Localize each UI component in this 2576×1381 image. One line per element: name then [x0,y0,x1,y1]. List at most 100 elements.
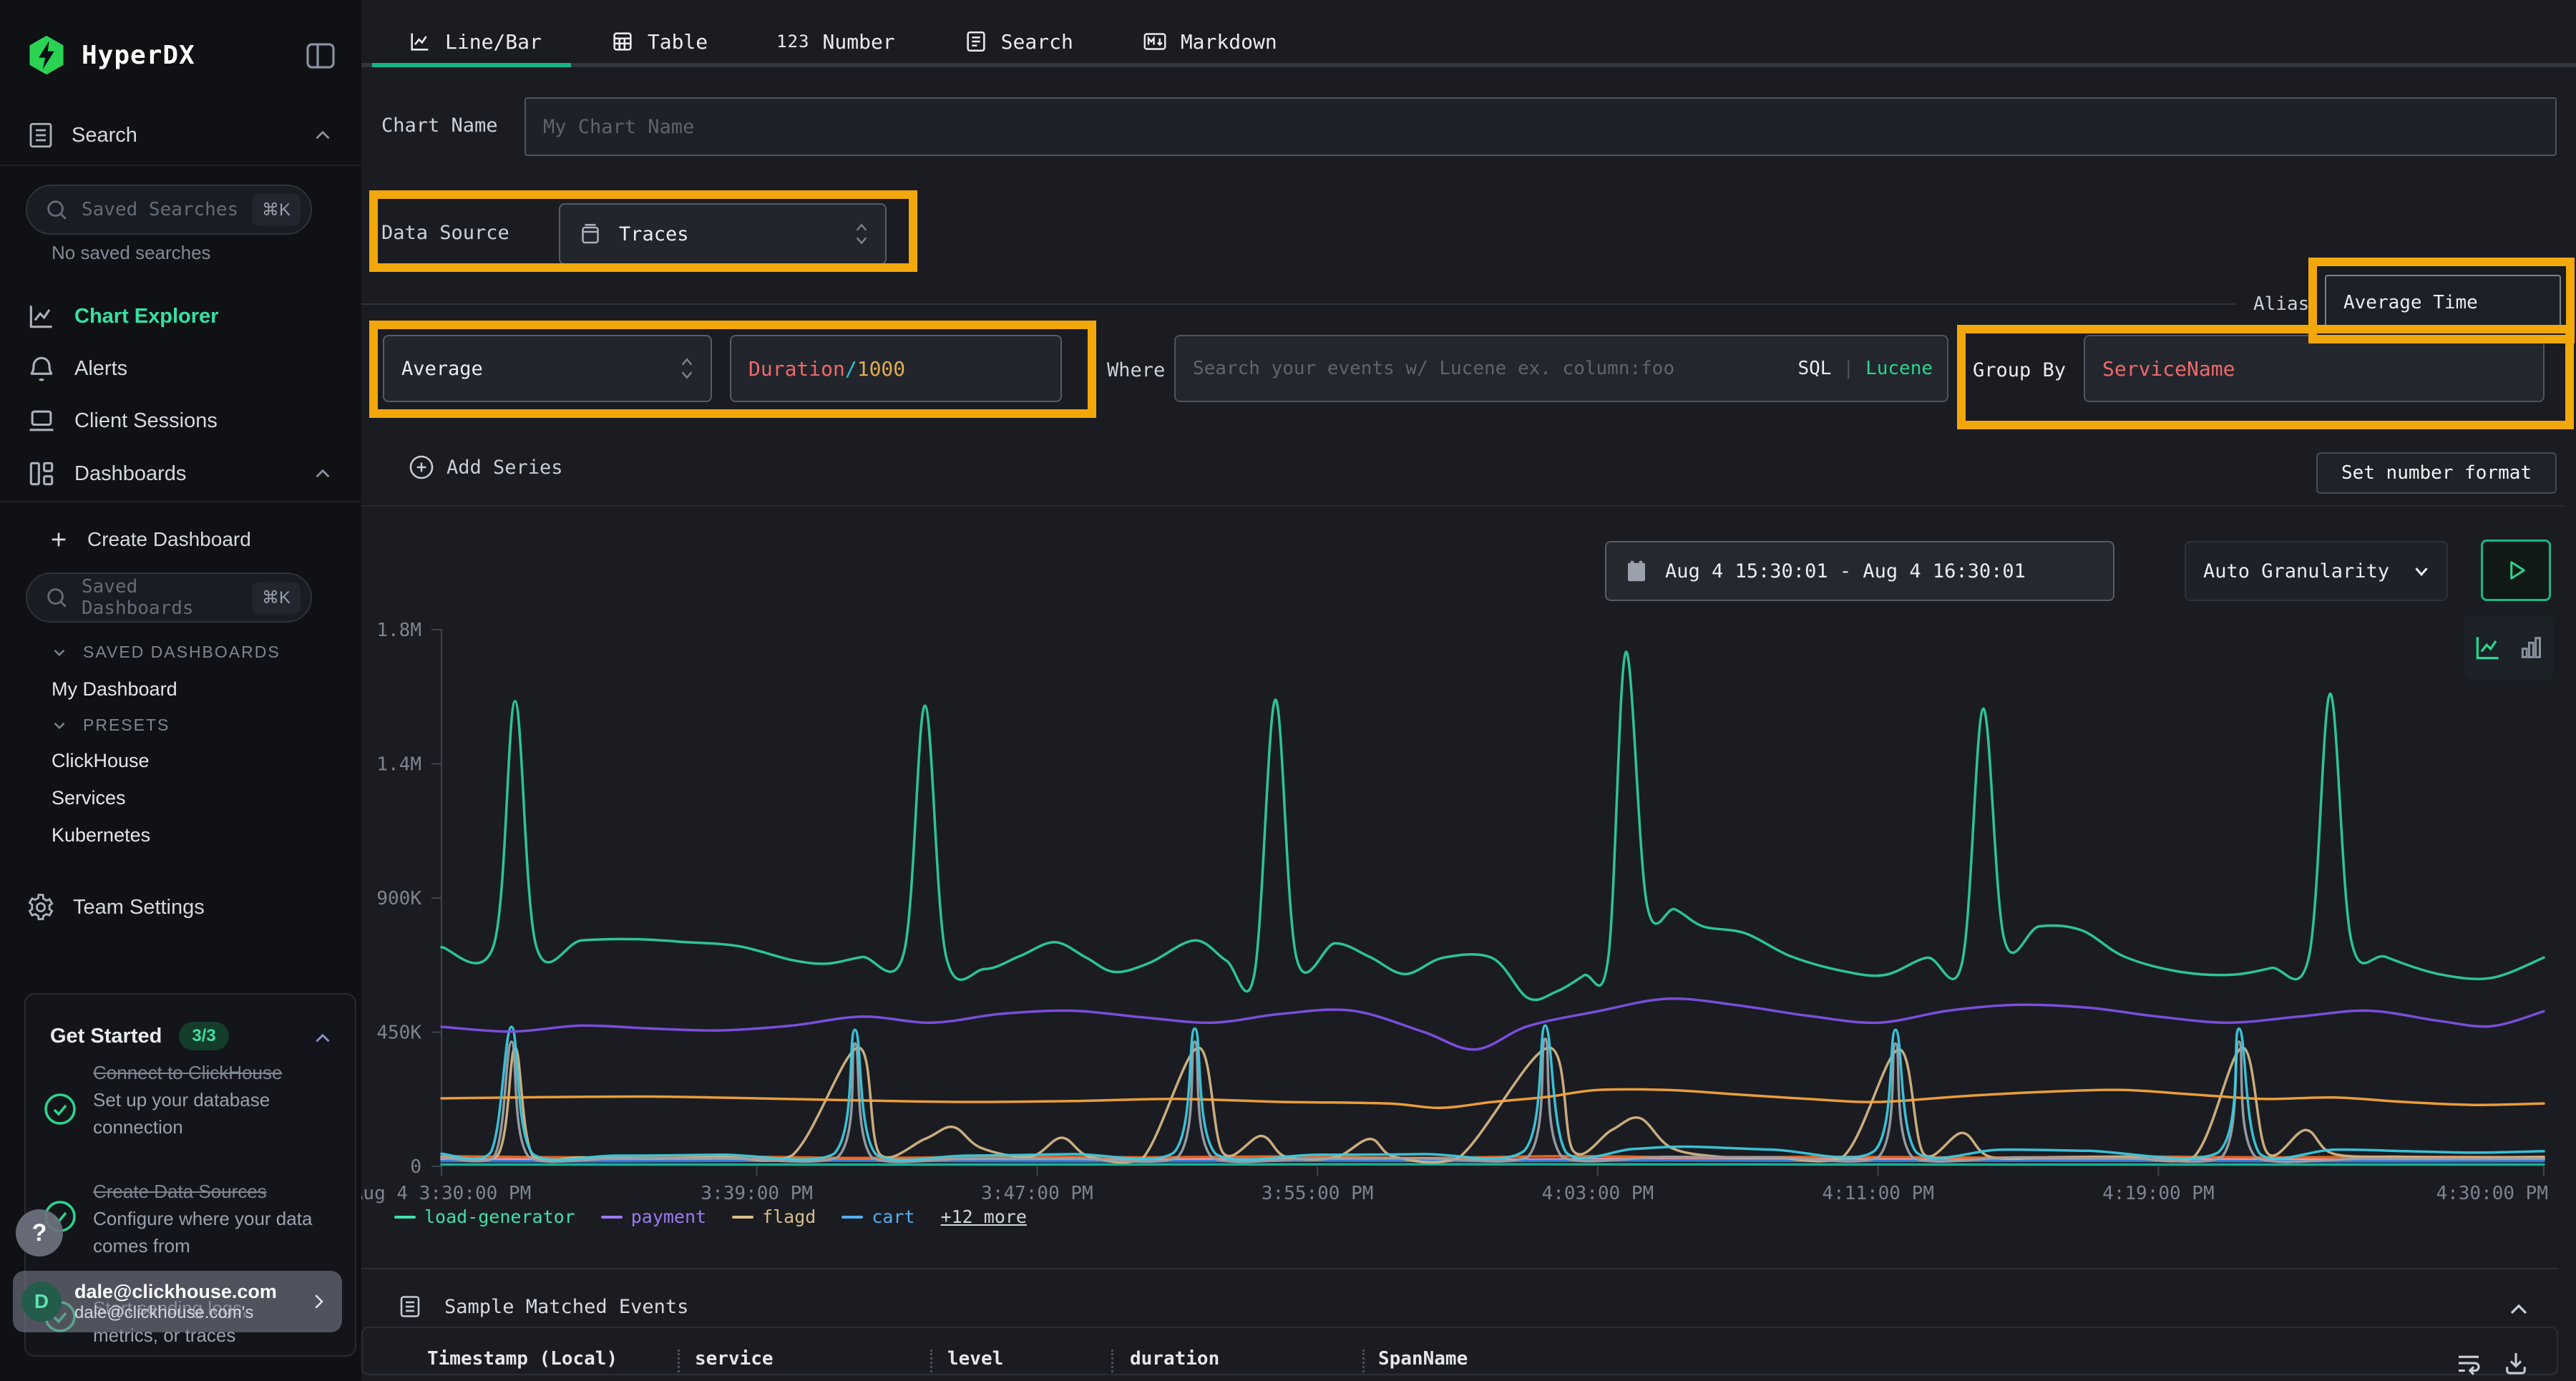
chart-name-label: Chart Name [381,114,498,137]
user-menu[interactable]: D dale@clickhouse.com dale@clickhouse.co… [13,1271,342,1332]
tab-markdown[interactable]: Markdown [1142,29,1277,54]
tab-search[interactable]: Search [964,29,1073,54]
task-subtitle: Configure where your data comes from [93,1205,333,1259]
legend-item[interactable]: payment [601,1206,706,1227]
set-number-format-button[interactable]: Set number format [2316,452,2557,494]
saved-dashboards-input[interactable]: Saved Dashboards ⌘K [26,572,312,623]
column-header-level: level [947,1348,1003,1370]
active-tab-indicator [372,63,571,67]
chevron-up-icon[interactable] [311,1026,335,1050]
nav-label: Alerts [74,357,127,381]
sample-events-header[interactable]: Sample Matched Events [397,1294,688,1319]
line-chart-icon [408,29,432,54]
sql-toggle[interactable]: SQL [1797,358,1831,379]
timeseries-chart[interactable]: 0450K900K1.4M1.8MAug 4 3:30:00 PM3:39:00… [361,601,2565,1216]
help-button[interactable]: ? [16,1209,63,1256]
chart-name-input[interactable]: My Chart Name [525,97,2557,156]
avatar: D [21,1282,62,1322]
run-query-button[interactable] [2481,540,2551,601]
y-axis-tick: 1.4M [376,754,421,776]
presets-section[interactable]: PRESETS [50,716,170,735]
get-started-header[interactable]: Get Started 3/3 [50,1022,229,1050]
wrap-text-icon[interactable] [2454,1348,2484,1378]
chevron-down-icon [2411,560,2432,582]
saved-dashboards-placeholder: Saved Dashboards [82,576,239,619]
search-section-icon [26,120,56,150]
lucene-toggle[interactable]: Lucene [1865,358,1933,379]
sidebar-item-team-settings[interactable]: Team Settings [26,884,205,930]
sidebar-item-kubernetes[interactable]: Kubernetes [52,824,150,846]
sample-events-title: Sample Matched Events [444,1296,688,1318]
saved-searches-input[interactable]: Saved Searches ⌘K [26,185,312,235]
laptop-icon [26,405,57,436]
sidebar-item-client-sessions[interactable]: Client Sessions [26,398,218,444]
get-started-item[interactable]: Connect to ClickHouse Set up your databa… [93,1059,333,1141]
list-icon [397,1294,423,1319]
where-input[interactable]: Search your events w/ Lucene ex. column:… [1174,335,1948,402]
sidebar-section-search[interactable]: Search [26,120,335,150]
create-dashboard-label: Create Dashboard [87,528,251,551]
series-shipping [441,1039,2544,1162]
brand-title: HyperDX [82,41,195,70]
where-placeholder: Search your events w/ Lucene ex. column:… [1193,358,1674,379]
column-separator[interactable] [678,1350,680,1372]
column-header-service: service [695,1348,774,1370]
create-dashboard-button[interactable]: Create Dashboard [47,517,251,562]
sidebar-item-services[interactable]: Services [52,787,126,809]
legend-item[interactable]: load-generator [394,1206,575,1227]
select-chevrons-icon [852,221,871,247]
group-by-input[interactable]: ServiceName [2084,335,2545,402]
no-saved-searches-text: No saved searches [52,242,211,264]
sidebar-item-alerts[interactable]: Alerts [26,346,127,391]
aggregation-select[interactable]: Average [383,335,712,402]
series-load-generator [441,652,2544,1000]
nav-label: Dashboards [74,462,186,486]
brand-logo[interactable]: HyperDX [26,34,195,76]
time-range-input[interactable]: Aug 4 15:30:01 - Aug 4 16:30:01 [1605,541,2114,601]
column-separator[interactable] [930,1350,932,1372]
shortcut-badge: ⌘K [252,194,301,226]
column-separator[interactable] [1362,1350,1365,1372]
column-header-duration: duration [1130,1348,1219,1370]
saved-dashboards-section[interactable]: SAVED DASHBOARDS [50,643,280,662]
dashboard-grid-icon [26,458,57,489]
main-panel: Line/Bar Table 123 Number Search [361,0,2576,1381]
x-axis-tick: 4:19:00 PM [2102,1183,2215,1204]
get-started-item[interactable]: Create Data Sources Configure where your… [93,1178,333,1259]
sidebar-item-dashboards[interactable]: Dashboards [26,451,335,497]
add-series-button[interactable]: Add Series [408,454,563,481]
user-email: dale@clickhouse.com [74,1281,295,1303]
markdown-icon [1142,29,1168,54]
database-icon [577,221,603,247]
expression-input[interactable]: Duration/1000 [730,335,1062,402]
chevron-up-icon[interactable] [311,462,335,486]
section-label: SAVED DASHBOARDS [83,643,280,662]
chart-type-tabs: Line/Bar Table 123 Number Search [408,29,1277,54]
sidebar-item-my-dashboard[interactable]: My Dashboard [52,678,177,701]
plus-circle-icon [408,454,435,481]
legend-item[interactable]: cart [841,1206,914,1227]
select-chevrons-icon [678,356,696,381]
download-icon[interactable] [2501,1348,2531,1378]
nav-label: Client Sessions [74,409,218,433]
data-source-select[interactable]: Traces [559,203,887,265]
granularity-select[interactable]: Auto Granularity [2185,541,2448,601]
alias-input[interactable]: Average Time [2325,275,2561,331]
chevron-down-icon [50,716,69,735]
group-by-value: ServiceName [2102,357,2235,381]
tab-line-bar[interactable]: Line/Bar [408,29,542,54]
collapse-section-icon[interactable] [2504,1295,2533,1324]
hyperdx-app: HyperDX Search Saved Searches ⌘K No s [0,0,2576,1381]
expression-operator: / [845,357,857,381]
column-separator[interactable] [1111,1350,1113,1372]
chevron-up-icon[interactable] [311,123,335,147]
legend-more-link[interactable]: +12 more [941,1206,1027,1227]
tab-number[interactable]: 123 Number [776,29,895,54]
sidebar-item-clickhouse[interactable]: ClickHouse [52,750,150,772]
legend-item[interactable]: flagd [732,1206,816,1227]
sidebar-item-chart-explorer[interactable]: Chart Explorer [26,293,218,339]
tabbar-track [361,63,2576,67]
data-source-value: Traces [619,223,689,245]
tab-table[interactable]: Table [610,29,708,54]
sidebar-collapse-icon[interactable] [303,39,338,73]
